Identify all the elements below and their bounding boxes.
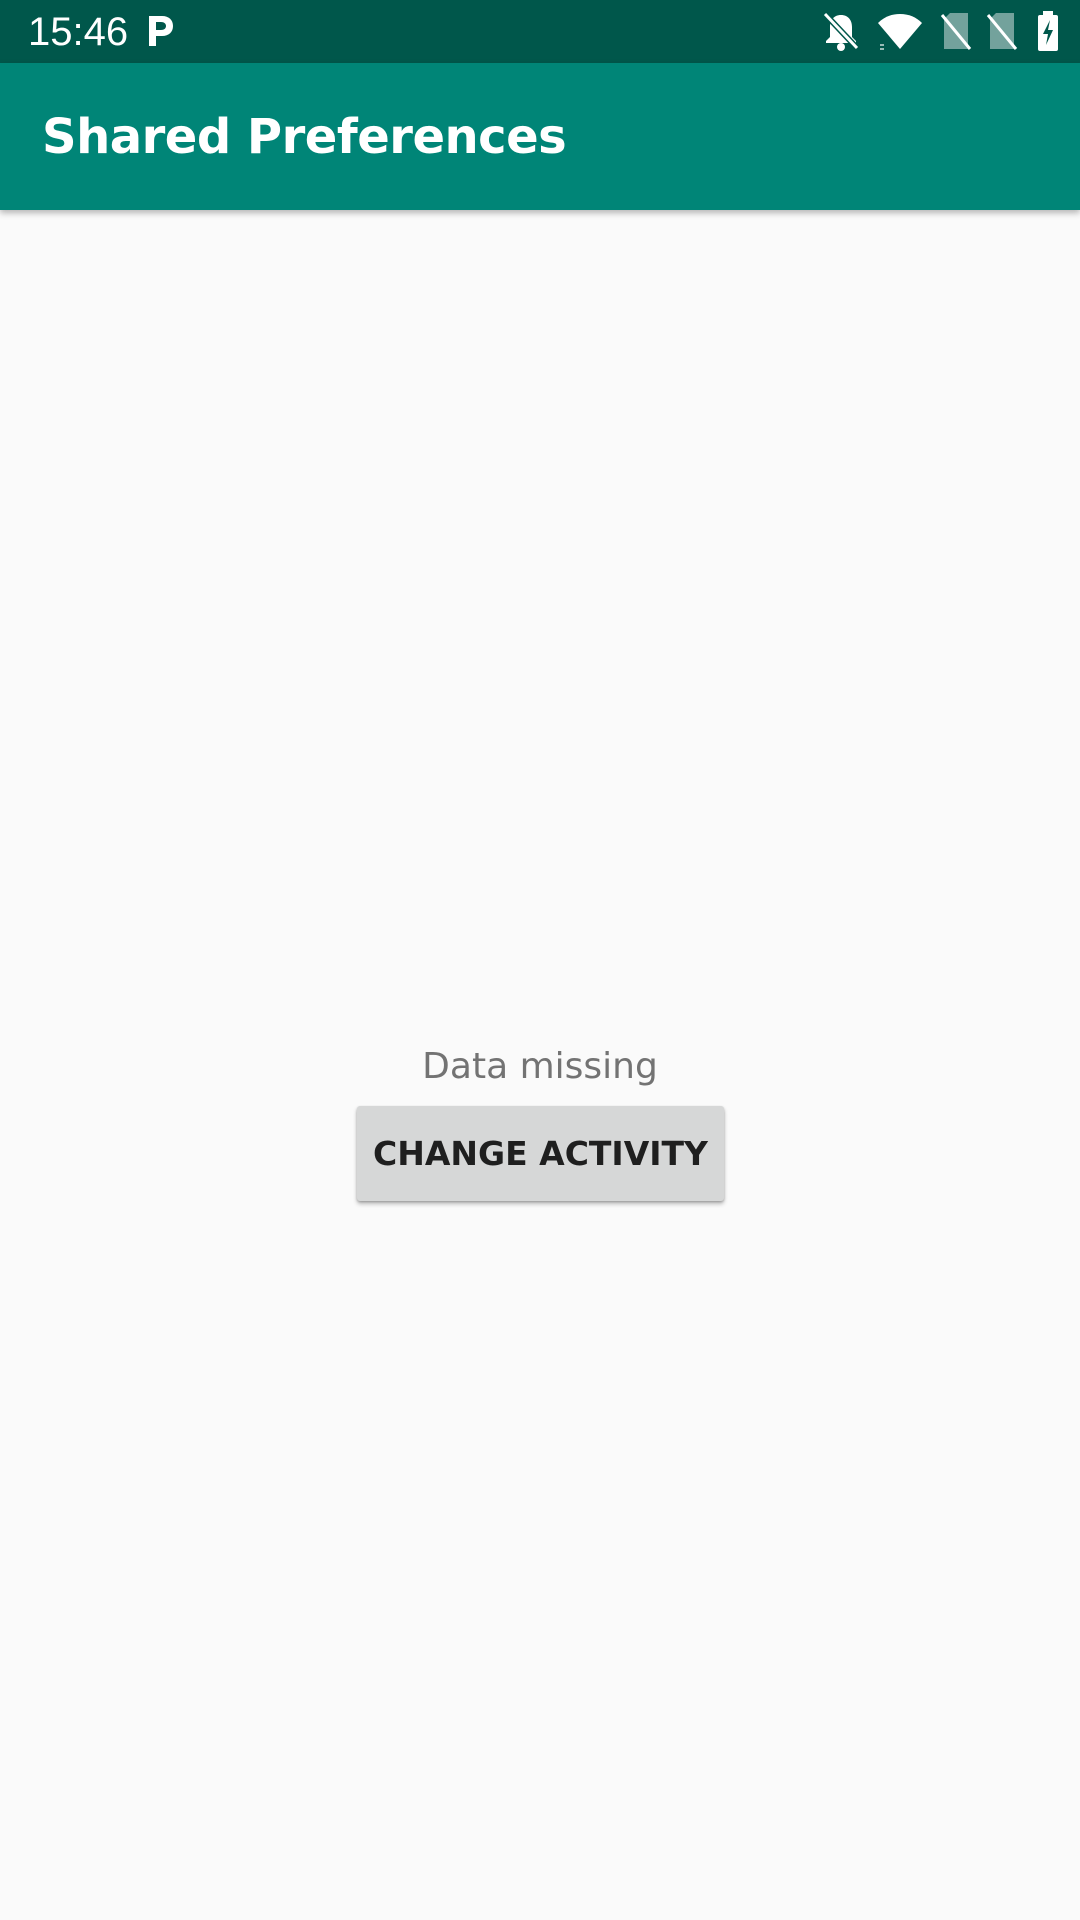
notifications-off-icon (822, 11, 860, 51)
change-activity-button[interactable]: CHANGE ACTIVITY (357, 1106, 724, 1201)
app-title: Shared Preferences (42, 109, 567, 165)
battery-charging-icon (1038, 11, 1058, 51)
main-content: Data missing CHANGE ACTIVITY (0, 210, 1080, 1920)
data-status-text: Data missing (422, 1046, 658, 1087)
no-sim-icon (940, 13, 972, 50)
status-bar: 15:46 (0, 0, 1080, 63)
parking-icon (149, 16, 173, 46)
status-icons (822, 11, 1062, 51)
no-sim-icon (986, 13, 1018, 50)
app-bar: Shared Preferences (0, 63, 1080, 210)
status-time: 15:46 (28, 10, 129, 54)
wifi-icon (878, 14, 922, 50)
